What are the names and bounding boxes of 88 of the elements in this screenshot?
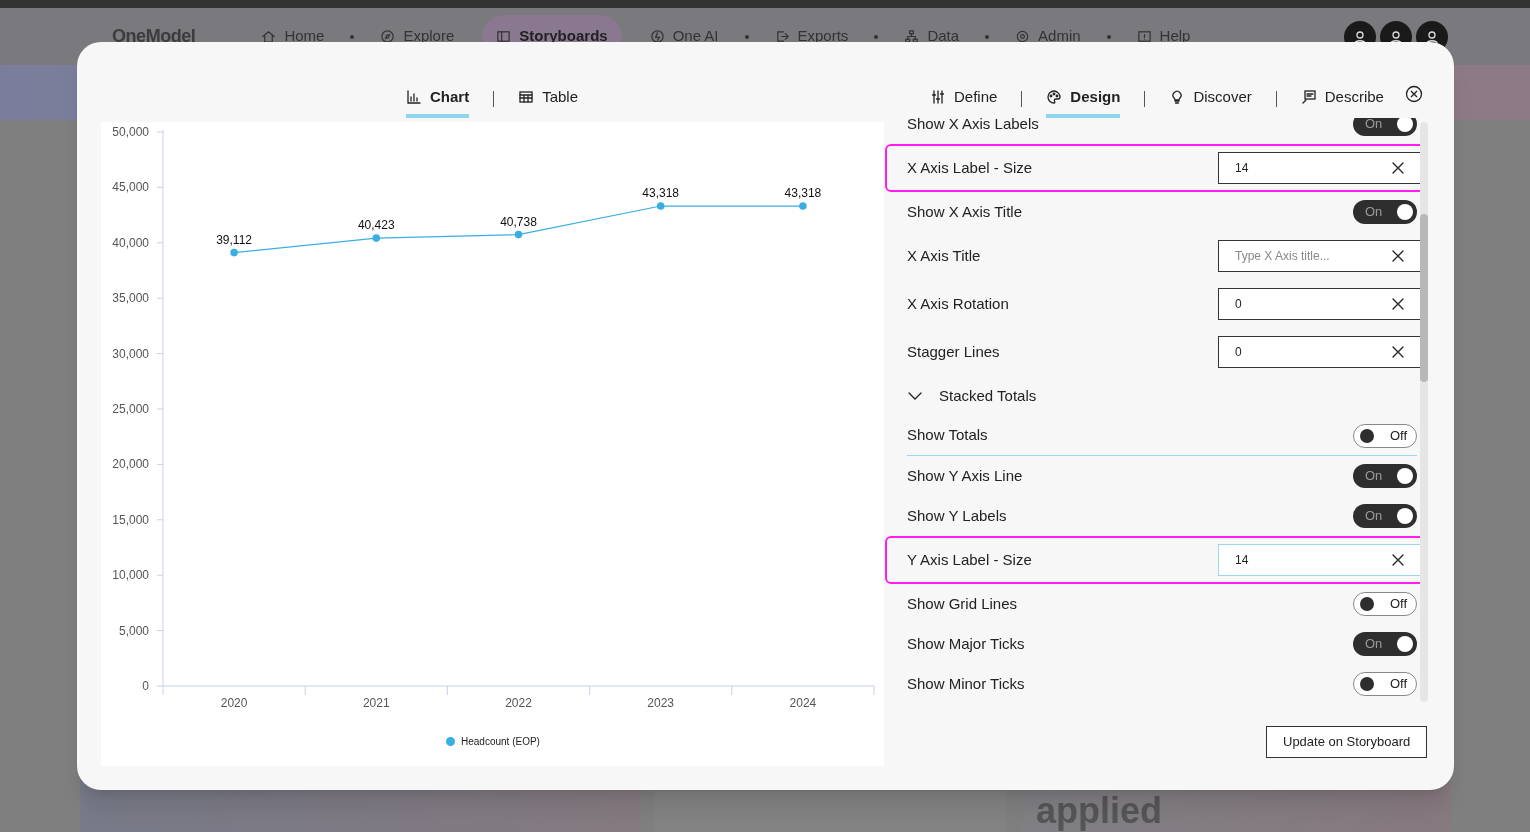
setting-label: Show Totals xyxy=(907,425,988,446)
toggle-switch[interactable]: On xyxy=(1353,632,1417,656)
bolt-icon xyxy=(649,29,665,44)
table-icon xyxy=(518,89,535,105)
y-tick-label: 35,000 xyxy=(112,291,149,306)
input-field[interactable]: 0 xyxy=(1235,295,1365,313)
setting-label: Show Grid Lines xyxy=(907,593,1018,614)
toggle-switch[interactable]: Off xyxy=(1353,672,1417,696)
tab[interactable]: Discover xyxy=(1169,80,1252,118)
setting-label: Show X Axis Title xyxy=(907,201,1023,222)
clear-icon xyxy=(1390,552,1406,568)
compass-icon xyxy=(380,29,396,44)
tab[interactable]: Chart xyxy=(406,80,470,118)
setting-label: Show Y Axis Line xyxy=(907,465,1023,486)
setting-label: X Axis Label - Size xyxy=(907,157,1033,178)
tab[interactable]: Define xyxy=(930,80,998,118)
input-field[interactable]: 14 xyxy=(1235,159,1365,177)
palette-icon xyxy=(1046,89,1063,105)
tab[interactable]: Table xyxy=(518,80,579,118)
export-icon xyxy=(774,29,790,44)
toggle-switch[interactable]: On xyxy=(1353,504,1417,528)
close-icon xyxy=(1405,85,1423,103)
help-icon xyxy=(1136,29,1152,44)
section-header[interactable]: Stacked Totals xyxy=(885,376,1037,416)
setting-label: X Axis Rotation xyxy=(907,293,1009,314)
text-field[interactable]: 14 xyxy=(1218,544,1421,576)
data-label: 40,423 xyxy=(357,218,395,233)
user-icon xyxy=(1352,28,1368,45)
clear-icon xyxy=(1390,160,1406,176)
data-point[interactable] xyxy=(230,248,238,257)
data-label: 39,112 xyxy=(216,232,252,247)
data-point[interactable] xyxy=(799,202,807,210)
y-tick-label: 10,000 xyxy=(112,568,149,583)
data-label: 43,318 xyxy=(784,186,822,201)
text-field[interactable]: Type X Axis title... xyxy=(1218,240,1421,272)
setting-label: Show Y Labels xyxy=(907,505,1007,526)
toggle-switch[interactable]: On xyxy=(1353,200,1417,224)
text-field[interactable]: 0 xyxy=(1218,288,1421,320)
tab[interactable]: Design xyxy=(1046,80,1121,118)
toggle-switch[interactable]: On xyxy=(1353,464,1417,488)
user-icon xyxy=(1424,28,1440,45)
close-button[interactable] xyxy=(1405,85,1423,103)
y-tick-label: 5,000 xyxy=(118,623,149,638)
y-tick-label: 25,000 xyxy=(112,402,149,416)
y-tick-label: 15,000 xyxy=(112,512,149,527)
toggle-switch[interactable]: On xyxy=(1353,118,1417,136)
data-label: 40,738 xyxy=(500,214,537,229)
legend-label: Headcount (EOP) xyxy=(461,735,540,749)
text-field[interactable]: 14 xyxy=(1218,152,1421,184)
text-field[interactable]: 0 xyxy=(1218,336,1421,368)
data-point[interactable] xyxy=(656,202,665,210)
data-point[interactable] xyxy=(514,230,523,239)
input-field[interactable]: 0 xyxy=(1235,343,1365,361)
x-tick-label: 2023 xyxy=(647,696,675,710)
gear-icon xyxy=(1015,29,1031,44)
y-tick-label: 45,000 xyxy=(112,180,149,195)
scrollbar-thumb[interactable] xyxy=(1420,214,1428,382)
tab[interactable]: Describe xyxy=(1300,80,1384,118)
data-label: 43,318 xyxy=(642,186,680,201)
data-point[interactable] xyxy=(372,234,381,242)
setting-label: Y Axis Label - Size xyxy=(907,549,1032,570)
presentation-icon xyxy=(1300,89,1317,105)
y-tick-label: 30,000 xyxy=(112,346,149,361)
y-tick-label: 0 xyxy=(142,679,149,693)
clear-icon xyxy=(1390,344,1406,360)
clear-icon xyxy=(1390,296,1406,312)
x-tick-label: 2024 xyxy=(789,696,817,710)
setting-label: Show Minor Ticks xyxy=(907,673,1025,694)
clear-icon xyxy=(1390,248,1406,264)
bar-chart-icon xyxy=(406,89,422,105)
legend-item[interactable]: Headcount (EOP) xyxy=(446,734,540,749)
setting-label: X Axis Title xyxy=(907,245,981,266)
setting-label: Stagger Lines xyxy=(907,341,1000,362)
setting-label: Show Major Ticks xyxy=(907,633,1025,654)
setting-label: Show X Axis Labels xyxy=(907,118,1039,134)
toggle-switch[interactable]: Off xyxy=(1353,423,1417,448)
sliders-icon xyxy=(930,89,946,105)
x-tick-label: 2020 xyxy=(220,696,248,710)
input-field[interactable]: 14 xyxy=(1235,551,1365,569)
y-tick-label: 20,000 xyxy=(112,457,149,472)
y-tick-label: 40,000 xyxy=(112,235,149,250)
x-tick-label: 2021 xyxy=(362,696,390,710)
input-field[interactable]: Type X Axis title... xyxy=(1235,247,1365,265)
y-tick-label: 50,000 xyxy=(112,125,149,139)
update-button[interactable]: Update on Storyboard xyxy=(1266,726,1428,758)
x-tick-label: 2022 xyxy=(505,696,532,710)
house-icon xyxy=(261,29,277,44)
toggle-switch[interactable]: Off xyxy=(1353,592,1417,616)
